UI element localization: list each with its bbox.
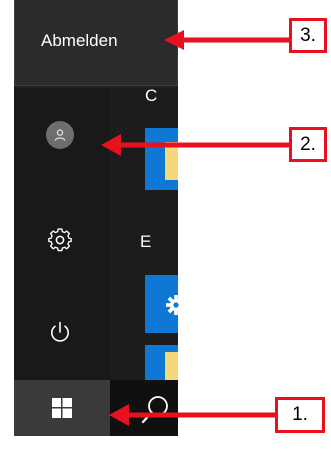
power-button[interactable] bbox=[20, 305, 100, 361]
screenshot-stage: C E Abmelden 3. 2. 1. bbox=[0, 0, 331, 461]
annotation-step-1: 1. bbox=[275, 397, 325, 433]
app-group-letter-c[interactable]: C bbox=[145, 86, 157, 106]
account-flyout: Abmelden bbox=[14, 0, 178, 86]
power-icon bbox=[51, 321, 69, 342]
annotation-step-3: 3. bbox=[289, 18, 327, 53]
start-button[interactable] bbox=[14, 380, 110, 436]
avatar bbox=[46, 121, 74, 149]
arrow-step-3 bbox=[164, 30, 289, 50]
folder-icon bbox=[165, 142, 178, 180]
annotation-step-2: 2. bbox=[289, 127, 327, 162]
user-account-button[interactable] bbox=[20, 107, 100, 163]
windows-logo-icon bbox=[52, 398, 72, 418]
sign-out-button[interactable]: Abmelden bbox=[41, 31, 118, 51]
gear-icon bbox=[48, 228, 72, 252]
folder-icon bbox=[165, 352, 178, 380]
user-avatar-icon bbox=[54, 129, 66, 141]
app-group-letter-e[interactable]: E bbox=[140, 232, 151, 252]
settings-button[interactable] bbox=[20, 212, 100, 268]
gear-icon bbox=[166, 295, 186, 315]
search-icon[interactable] bbox=[140, 392, 172, 428]
